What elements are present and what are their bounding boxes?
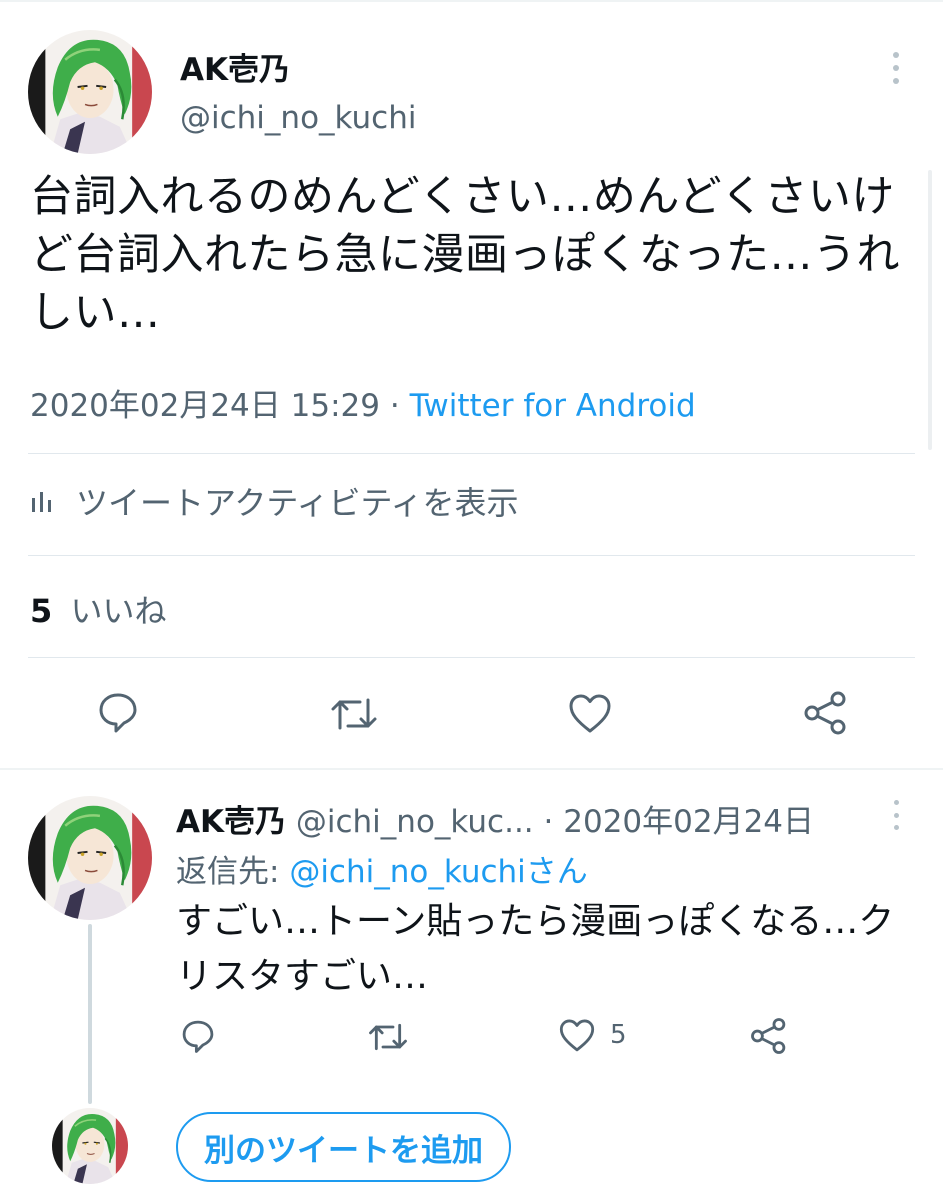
tweet-source-link[interactable]: Twitter for Android [410, 388, 696, 424]
tweet-activity-link[interactable]: ツイートアクティビティを表示 [28, 478, 519, 524]
analytics-bars-icon [32, 492, 51, 512]
retweet-icon [369, 1023, 407, 1051]
reply-to-mention-link[interactable]: @ichi_no_kuchiさん [289, 854, 587, 890]
like-count: 5 [30, 592, 53, 630]
reply-more-options-icon[interactable] [884, 798, 908, 832]
tweet-text: 台詞入れるのめんどくさい…めんどくさいけど台詞入れたら急に漫画っぽくなった…うれ… [30, 172, 900, 338]
reply-share-button[interactable] [750, 1017, 788, 1055]
reply-button[interactable] [96, 690, 140, 734]
likes-summary[interactable]: 5 いいね [30, 586, 166, 632]
like-icon [559, 1019, 595, 1052]
reply-icon [99, 693, 137, 733]
tweet-timestamp[interactable]: 2020年02月24日 15:29 [30, 388, 380, 424]
section-divider [0, 768, 943, 770]
like-label: いいね [70, 592, 167, 630]
thread-connector-line [88, 924, 92, 1104]
reply-text: すごい…トーン貼ったら漫画っぽくなる…クリスタすごい… [176, 901, 895, 997]
reply-author-avatar[interactable] [28, 796, 152, 920]
share-icon [804, 691, 846, 735]
retweet-icon [331, 698, 377, 730]
author-name[interactable]: AK壱乃 [180, 44, 290, 89]
top-divider [0, 0, 943, 2]
author-avatar[interactable] [28, 30, 152, 154]
divider [28, 657, 915, 658]
reply-to-prefix: 返信先: [176, 854, 290, 890]
more-options-icon[interactable] [880, 48, 912, 88]
share-button[interactable] [803, 690, 849, 736]
like-icon [569, 694, 611, 733]
divider [28, 453, 915, 454]
reply-like-button[interactable]: 5 [558, 1017, 627, 1053]
reply-date[interactable]: 2020年02月24日 [563, 804, 814, 840]
reply-header: AK壱乃 @ichi_no_kuc... · 2020年02月24日 [176, 796, 814, 841]
reply-like-count: 5 [610, 1020, 627, 1050]
tweet-activity-label: ツイートアクティビティを表示 [76, 484, 519, 522]
reply-author-name[interactable]: AK壱乃 [176, 804, 286, 840]
add-another-tweet-button[interactable]: 別のツイートを追加 [176, 1112, 511, 1182]
reply-meta-separator: · [543, 804, 554, 840]
reply-author-handle[interactable]: @ichi_no_kuc... [296, 804, 534, 840]
reply-to-line: 返信先: @ichi_no_kuchiさん [176, 846, 588, 891]
tweet-meta: 2020年02月24日 15:29 · Twitter for Android [30, 380, 696, 425]
like-button[interactable] [567, 692, 613, 734]
reply-icon [182, 1020, 214, 1053]
author-handle[interactable]: @ichi_no_kuchi [180, 100, 416, 136]
meta-separator: · [389, 388, 400, 424]
retweet-button[interactable] [330, 694, 378, 734]
compose-avatar [52, 1108, 128, 1184]
reply-retweet-button[interactable] [368, 1020, 408, 1054]
divider [28, 555, 915, 556]
scrollbar[interactable] [928, 170, 932, 450]
reply-reply-button[interactable] [180, 1018, 216, 1054]
share-icon [751, 1018, 786, 1054]
